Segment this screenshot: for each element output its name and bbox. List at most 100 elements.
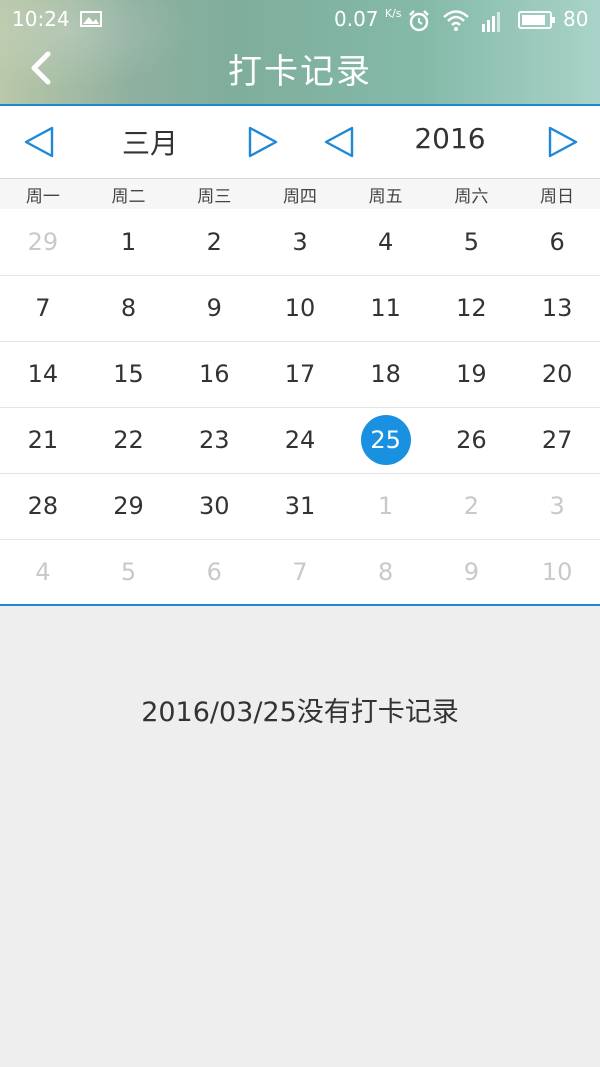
- calendar-day[interactable]: 11: [343, 275, 429, 341]
- calendar-day[interactable]: 14: [0, 341, 86, 407]
- calendar-day-number: 8: [378, 558, 394, 586]
- calendar-day-number: 29: [27, 228, 59, 256]
- calendar-day[interactable]: 18: [343, 341, 429, 407]
- calendar-day-number: 29: [113, 492, 144, 520]
- calendar-day[interactable]: 28: [0, 473, 86, 539]
- calendar-day[interactable]: 31: [257, 473, 343, 539]
- calendar-day-number: 27: [541, 426, 573, 454]
- calendar-day[interactable]: 5: [86, 539, 172, 605]
- network-speed-value: 0.07: [334, 7, 379, 31]
- calendar-day[interactable]: 6: [171, 539, 257, 605]
- calendar-day[interactable]: 26: [429, 407, 515, 473]
- calendar-day-number: 4: [35, 558, 51, 586]
- calendar-day[interactable]: 12: [429, 275, 515, 341]
- prev-year-icon[interactable]: [322, 124, 356, 160]
- calendar-day-number: 17: [284, 360, 316, 388]
- calendar-day[interactable]: 21: [0, 407, 86, 473]
- calendar-day-number: 3: [292, 228, 308, 256]
- calendar-day[interactable]: 24: [257, 407, 343, 473]
- calendar-day-number: 22: [113, 426, 144, 454]
- calendar-grid: 29 1 2 3 4 5 6 7 8 9 10 11 12 13 14 15 16 17 18 19 20 21 22 23 2…: [0, 209, 600, 606]
- calendar-day-number: 2: [206, 228, 222, 256]
- calendar-day[interactable]: 6: [514, 209, 600, 275]
- next-month-icon[interactable]: [246, 124, 280, 160]
- app-screen: 10:24 0.07 K/s 80 打卡记录 三月 2016 周一 周二 周三 …: [0, 0, 600, 1067]
- calendar-day[interactable]: 7: [257, 539, 343, 605]
- calendar-day[interactable]: 9: [171, 275, 257, 341]
- calendar-day[interactable]: 1: [86, 209, 172, 275]
- prev-month-icon[interactable]: [22, 124, 56, 160]
- calendar-day[interactable]: 4: [0, 539, 86, 605]
- calendar-day[interactable]: 17: [257, 341, 343, 407]
- calendar-day[interactable]: 2: [429, 473, 515, 539]
- status-time: 10:24: [12, 7, 70, 31]
- calendar-day-number: 19: [456, 360, 487, 388]
- calendar-day[interactable]: 19: [429, 341, 515, 407]
- weekday-label: 周日: [540, 187, 575, 207]
- calendar-day[interactable]: 27: [514, 407, 600, 473]
- alarm-icon: [409, 10, 429, 32]
- calendar-day-number: 1: [120, 228, 137, 256]
- calendar-day-number: 25: [360, 415, 411, 465]
- calendar-day-number: 10: [541, 558, 573, 586]
- calendar-day[interactable]: 10: [514, 539, 600, 605]
- calendar-day[interactable]: 1: [343, 473, 429, 539]
- calendar-day-number: 30: [198, 492, 230, 520]
- calendar-day[interactable]: 5: [429, 209, 515, 275]
- calendar-day[interactable]: 15: [86, 341, 172, 407]
- calendar-day-selected[interactable]: 25: [343, 407, 429, 473]
- page-title: 打卡记录: [228, 52, 372, 92]
- calendar-day-number: 7: [35, 294, 51, 322]
- weekday-label: 周五: [368, 187, 403, 207]
- calendar-day[interactable]: 8: [86, 275, 172, 341]
- calendar-day[interactable]: 16: [171, 341, 257, 407]
- calendar-day[interactable]: 4: [343, 209, 429, 275]
- calendar-day-number: 4: [378, 228, 394, 256]
- calendar-day[interactable]: 29: [86, 473, 172, 539]
- calendar-day[interactable]: 9: [429, 539, 515, 605]
- calendar-day-number: 9: [463, 558, 480, 586]
- calendar-day-number: 21: [27, 426, 59, 454]
- calendar-day[interactable]: 13: [514, 275, 600, 341]
- month-year-selector: 三月 2016: [0, 106, 600, 178]
- calendar-day[interactable]: 22: [86, 407, 172, 473]
- calendar-day-number: 15: [113, 360, 144, 388]
- network-speed-unit: K/s: [384, 7, 402, 20]
- calendar-day[interactable]: 23: [171, 407, 257, 473]
- next-year-icon[interactable]: [546, 124, 580, 160]
- weekday-label: 周六: [454, 187, 489, 207]
- calendar-day-number: 8: [120, 294, 137, 322]
- weekday-label: 周一: [25, 187, 60, 207]
- calendar-day-number: 12: [456, 294, 487, 322]
- calendar-day[interactable]: 7: [0, 275, 86, 341]
- calendar-day[interactable]: 29: [0, 209, 86, 275]
- calendar-day-number: 31: [284, 492, 316, 520]
- calendar-day-number: 6: [549, 228, 565, 256]
- calendar-day-number: 1: [378, 492, 394, 520]
- weekday-label: 周二: [111, 187, 146, 207]
- calendar-day[interactable]: 10: [257, 275, 343, 341]
- status-bar: 10:24 0.07 K/s 80: [0, 0, 600, 40]
- calendar-day-number: 5: [120, 558, 137, 586]
- calendar-day-number: 24: [284, 426, 316, 454]
- wifi-icon: [443, 10, 469, 31]
- calendar-day-number: 6: [206, 558, 222, 586]
- calendar-day[interactable]: 3: [514, 473, 600, 539]
- calendar-day-number: 11: [370, 294, 401, 322]
- calendar-day-number: 18: [370, 360, 401, 388]
- calendar-day[interactable]: 8: [343, 539, 429, 605]
- calendar-day[interactable]: 30: [171, 473, 257, 539]
- weekday-label: 周四: [282, 187, 317, 207]
- calendar-day[interactable]: 20: [514, 341, 600, 407]
- app-header: 10:24 0.07 K/s 80 打卡记录: [0, 0, 600, 106]
- calendar-day-number: 9: [206, 294, 222, 322]
- calendar-day[interactable]: 3: [257, 209, 343, 275]
- weekday-label: 周三: [197, 187, 232, 207]
- calendar-day-number: 7: [292, 558, 308, 586]
- calendar-day-number: 20: [541, 360, 573, 388]
- calendar-day[interactable]: 2: [171, 209, 257, 275]
- calendar-day-number: 26: [456, 426, 487, 454]
- calendar-day-number: 16: [198, 360, 230, 388]
- calendar-day-number: 5: [463, 228, 480, 256]
- battery-level: 80: [563, 7, 589, 31]
